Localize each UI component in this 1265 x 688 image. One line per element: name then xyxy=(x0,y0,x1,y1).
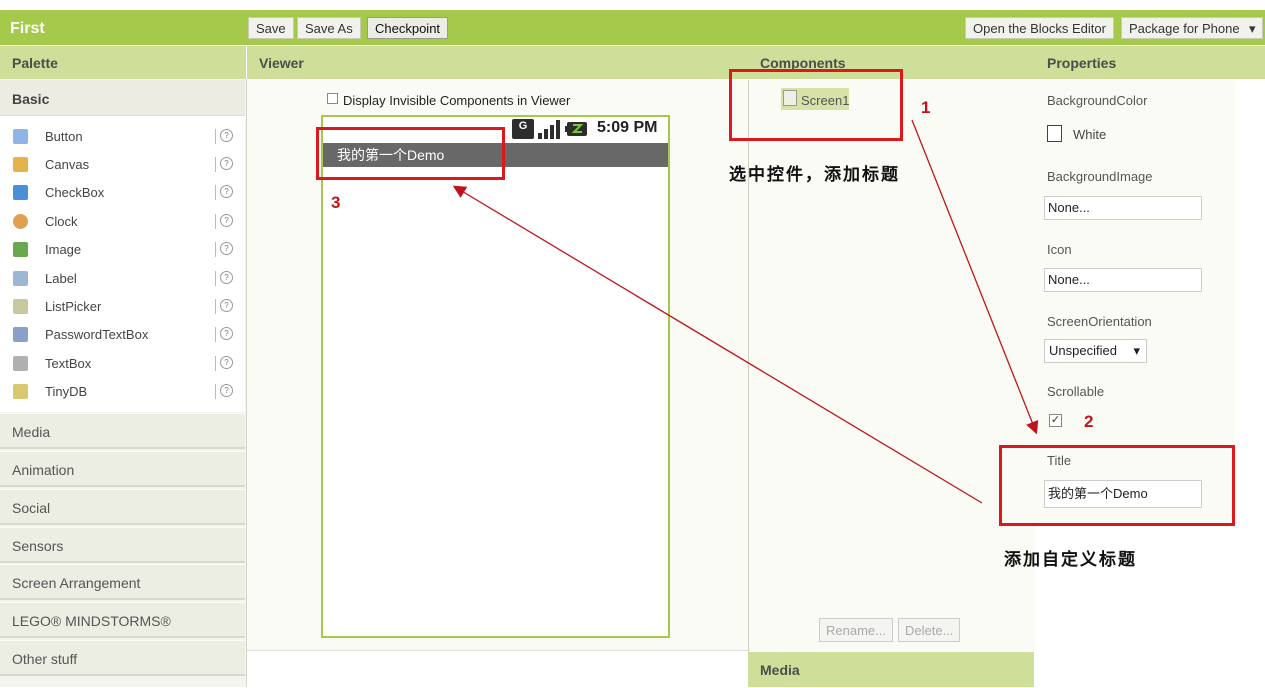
annotation-arrows xyxy=(452,119,1039,504)
arrow-2-to-3 xyxy=(452,185,983,504)
arrow-1-to-2 xyxy=(911,119,1039,435)
